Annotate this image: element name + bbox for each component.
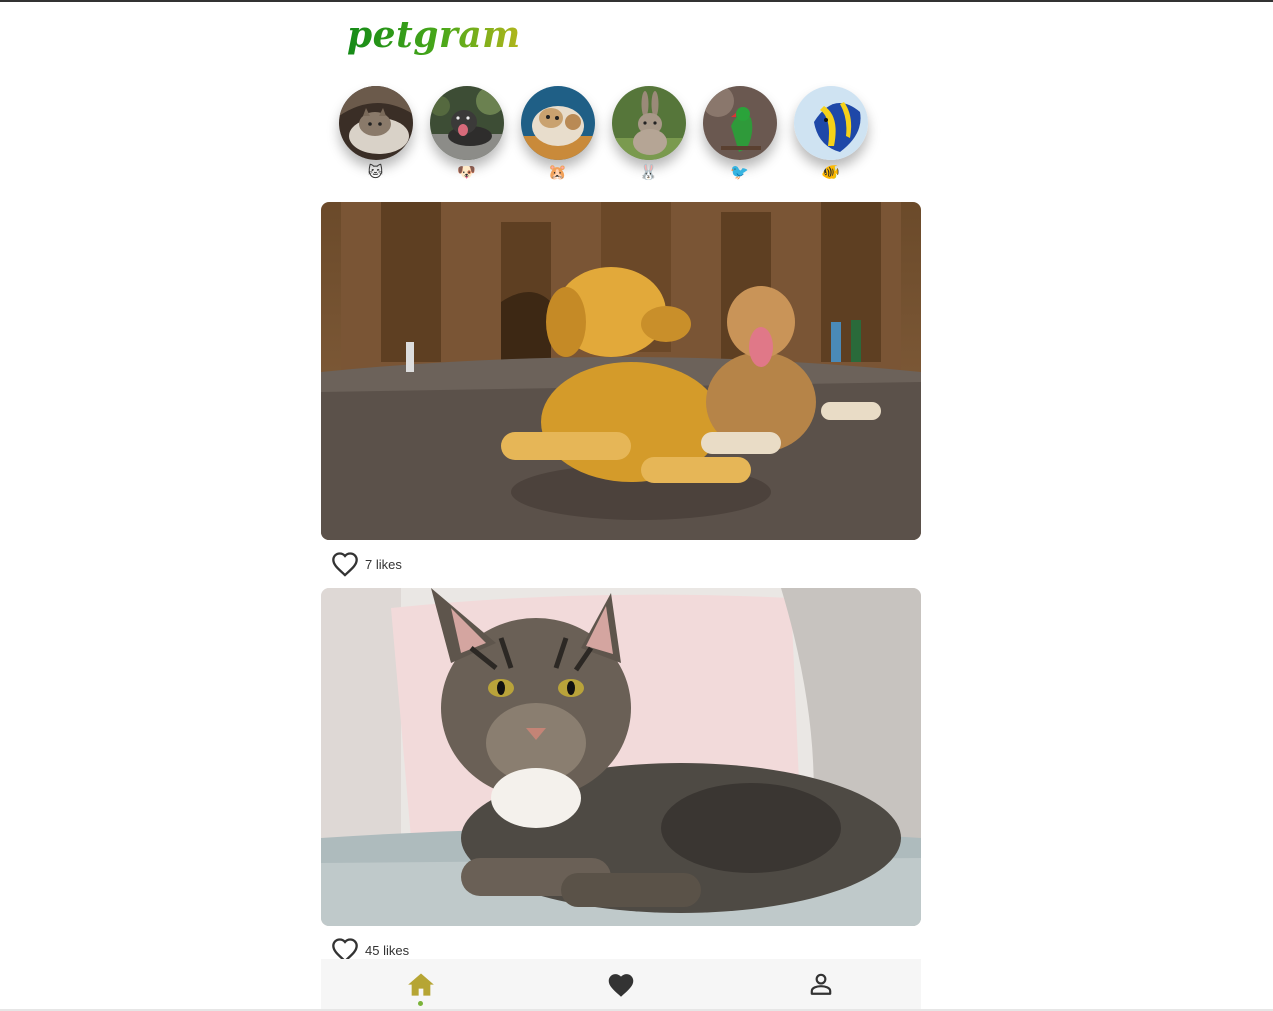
story-hamster[interactable]: 🐹 (512, 86, 603, 180)
like-count: 7 likes (365, 556, 402, 572)
dogs-photo (321, 202, 921, 540)
fish-icon: 🐠 (821, 163, 840, 181)
story-fish[interactable]: 🐠 (785, 86, 876, 180)
hamster-photo-thumb (520, 86, 595, 160)
dog-photo-thumb (429, 86, 504, 160)
post-photo-dogs[interactable] (321, 202, 921, 540)
app-container: petgram 🐱 🐶 🐹 🐰 🐦 🐠 7 likes 45 likes (321, 0, 921, 1011)
like-count: 45 likes (365, 942, 410, 958)
story-bird[interactable]: 🐦 (694, 86, 785, 180)
cat-photo (321, 588, 921, 926)
story-thumb-bird[interactable] (702, 86, 777, 160)
story-thumb-rabbit[interactable] (611, 86, 686, 160)
story-thumb-hamster[interactable] (520, 86, 595, 160)
post-card: 45 likes (321, 588, 921, 964)
category-stories: 🐱 🐶 🐹 🐰 🐦 🐠 (330, 86, 876, 180)
bird-photo-thumb (702, 86, 777, 160)
rabbit-photo-thumb (611, 86, 686, 160)
story-cat[interactable]: 🐱 (330, 86, 421, 180)
nav-user[interactable] (721, 959, 921, 1009)
post-card: 7 likes (321, 202, 921, 578)
app-logo[interactable]: petgram (347, 14, 521, 56)
cat-face-icon: 🐱 (367, 163, 384, 181)
story-thumb-fish[interactable] (793, 86, 868, 160)
user-icon (810, 973, 832, 995)
cat-photo-thumb (338, 86, 413, 160)
like-row: 7 likes (331, 550, 921, 578)
fish-photo-thumb (793, 86, 868, 160)
active-indicator-dot (418, 1001, 423, 1006)
bird-icon: 🐦 (730, 163, 749, 181)
dog-face-icon: 🐶 (457, 163, 476, 181)
nav-favorites[interactable] (521, 959, 721, 1009)
heart-outline-icon[interactable] (331, 551, 359, 577)
story-thumb-cat[interactable] (338, 86, 413, 160)
rabbit-face-icon: 🐰 (639, 163, 658, 181)
story-dog[interactable]: 🐶 (421, 86, 512, 180)
hamster-face-icon: 🐹 (548, 163, 567, 181)
story-rabbit[interactable]: 🐰 (603, 86, 694, 180)
heart-icon (608, 973, 634, 997)
post-photo-cat[interactable] (321, 588, 921, 926)
home-icon (408, 973, 434, 996)
story-thumb-dog[interactable] (429, 86, 504, 160)
bottom-navbar (321, 959, 921, 1009)
nav-home[interactable] (321, 959, 521, 1009)
